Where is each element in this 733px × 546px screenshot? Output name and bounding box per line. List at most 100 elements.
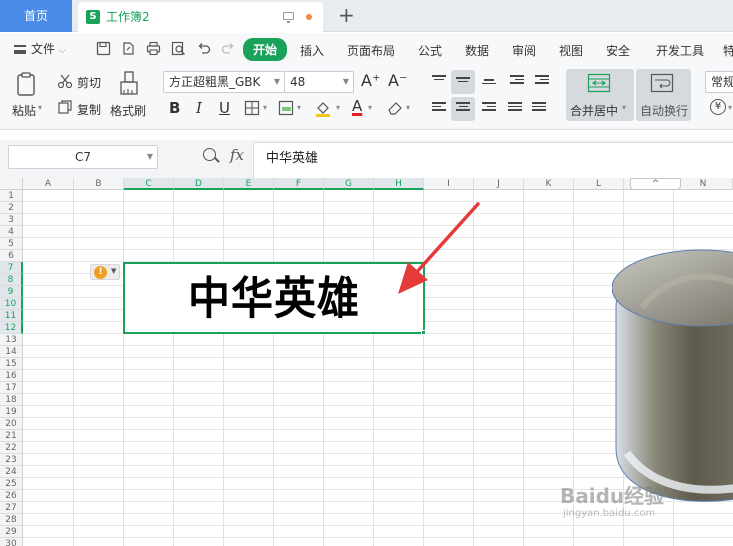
- column-header-n[interactable]: N: [674, 178, 733, 190]
- eraser-dropdown-icon[interactable]: ▾: [406, 103, 410, 112]
- output-pdf-icon[interactable]: [121, 41, 136, 56]
- menu-home[interactable]: 开始: [243, 38, 288, 61]
- zoom-icon[interactable]: [203, 148, 216, 161]
- align-bottom-icon[interactable]: [482, 79, 496, 91]
- fill-color-dropdown-icon[interactable]: ▾: [336, 103, 340, 112]
- row-header-28[interactable]: 28: [0, 514, 23, 526]
- error-check-button[interactable]: ! ▼: [90, 264, 120, 280]
- merge-dropdown-icon[interactable]: ▾: [622, 103, 626, 112]
- column-header-c[interactable]: C: [124, 178, 174, 190]
- row-header-19[interactable]: 19: [0, 406, 23, 418]
- menu-developer[interactable]: 开发工具: [656, 42, 704, 59]
- row-header-8[interactable]: 8: [0, 274, 23, 286]
- row-header-18[interactable]: 18: [0, 394, 23, 406]
- menu-data[interactable]: 数据: [465, 42, 489, 59]
- undo-icon[interactable]: [196, 41, 211, 56]
- font-name-select[interactable]: 方正超粗黑_GBK ▼: [163, 71, 285, 93]
- copy-button[interactable]: 复制: [77, 101, 101, 118]
- column-header-b[interactable]: B: [74, 178, 124, 190]
- menu-view[interactable]: 视图: [559, 42, 583, 59]
- row-header-20[interactable]: 20: [0, 418, 23, 430]
- insert-function-button[interactable]: fx: [230, 146, 244, 164]
- border-dropdown-icon[interactable]: ▾: [263, 103, 267, 112]
- row-header-6[interactable]: 6: [0, 250, 23, 262]
- column-header-h[interactable]: H: [374, 178, 424, 190]
- collapse-formula-handle[interactable]: ^: [630, 178, 681, 190]
- row-header-21[interactable]: 21: [0, 430, 23, 442]
- menu-review[interactable]: 审阅: [512, 42, 536, 59]
- menu-page-layout[interactable]: 页面布局: [347, 42, 395, 59]
- row-header-24[interactable]: 24: [0, 466, 23, 478]
- row-header-4[interactable]: 4: [0, 226, 23, 238]
- row-header-23[interactable]: 23: [0, 454, 23, 466]
- row-header-29[interactable]: 29: [0, 526, 23, 538]
- align-right-icon[interactable]: [482, 102, 496, 114]
- decrease-indent-icon[interactable]: [510, 75, 524, 87]
- print-icon[interactable]: [146, 41, 161, 56]
- align-left-icon[interactable]: [432, 102, 446, 114]
- fill-handle[interactable]: [421, 330, 426, 335]
- column-header-k[interactable]: K: [524, 178, 574, 190]
- spreadsheet-grid[interactable]: A B C D E F G H I J K L M N 1 2 3 4 5 6 …: [0, 178, 733, 546]
- formula-input[interactable]: 中华英雄: [253, 142, 733, 182]
- save-icon[interactable]: [96, 41, 111, 56]
- menu-formulas[interactable]: 公式: [418, 42, 442, 59]
- align-top-icon[interactable]: [432, 75, 446, 87]
- row-header-17[interactable]: 17: [0, 382, 23, 394]
- paste-dropdown-icon[interactable]: ▾: [38, 103, 42, 112]
- number-format-select[interactable]: 常规: [705, 71, 733, 93]
- monitor-icon[interactable]: [283, 12, 294, 23]
- increase-font-button[interactable]: A⁺: [361, 71, 380, 90]
- new-tab-button[interactable]: +: [338, 4, 355, 26]
- paste-icon[interactable]: [14, 71, 40, 97]
- column-header-f[interactable]: F: [274, 178, 324, 190]
- row-header-1[interactable]: 1: [0, 190, 23, 202]
- row-header-26[interactable]: 26: [0, 490, 23, 502]
- row-header-3[interactable]: 3: [0, 214, 23, 226]
- menu-security[interactable]: 安全: [606, 42, 630, 59]
- document-tab[interactable]: S 工作簿2: [78, 2, 323, 32]
- row-header-13[interactable]: 13: [0, 334, 23, 346]
- paste-button-label[interactable]: 粘贴: [12, 102, 36, 119]
- fill-color-icon[interactable]: [314, 100, 332, 117]
- row-header-27[interactable]: 27: [0, 502, 23, 514]
- select-all-corner[interactable]: [0, 178, 23, 190]
- underline-button[interactable]: U: [219, 99, 230, 117]
- row-header-2[interactable]: 2: [0, 202, 23, 214]
- eraser-icon[interactable]: [387, 100, 403, 116]
- format-painter-label[interactable]: 格式刷: [110, 102, 146, 119]
- row-header-15[interactable]: 15: [0, 358, 23, 370]
- row-header-30[interactable]: 30: [0, 538, 23, 546]
- menu-insert[interactable]: 插入: [300, 42, 324, 59]
- column-header-d[interactable]: D: [174, 178, 224, 190]
- decrease-font-button[interactable]: A⁻: [388, 71, 407, 90]
- row-header-22[interactable]: 22: [0, 442, 23, 454]
- font-size-select[interactable]: 48 ▼: [284, 71, 354, 93]
- row-header-14[interactable]: 14: [0, 346, 23, 358]
- scissors-icon[interactable]: [57, 73, 73, 89]
- merged-cell-c7[interactable]: 中华英雄: [123, 262, 425, 334]
- name-box[interactable]: C7 ▼: [8, 145, 158, 169]
- cut-button[interactable]: 剪切: [77, 74, 101, 91]
- column-header-l[interactable]: L: [574, 178, 624, 190]
- border-icon[interactable]: [244, 100, 260, 116]
- redo-icon[interactable]: [221, 41, 236, 56]
- font-color-button[interactable]: A: [352, 97, 362, 115]
- column-header-j[interactable]: J: [474, 178, 524, 190]
- cell-style-dropdown-icon[interactable]: ▾: [297, 103, 301, 112]
- column-header-e[interactable]: E: [224, 178, 274, 190]
- format-painter-icon[interactable]: [117, 70, 141, 98]
- justify-icon[interactable]: [508, 102, 522, 114]
- column-header-g[interactable]: G: [324, 178, 374, 190]
- currency-button[interactable]: ¥: [710, 99, 726, 115]
- row-header-7[interactable]: 7: [0, 262, 23, 274]
- row-header-16[interactable]: 16: [0, 370, 23, 382]
- distribute-icon[interactable]: [532, 102, 546, 114]
- row-header-12[interactable]: 12: [0, 322, 23, 334]
- increase-indent-icon[interactable]: [535, 75, 549, 87]
- cell-style-icon[interactable]: [278, 100, 294, 116]
- copy-icon[interactable]: [57, 99, 73, 115]
- row-header-5[interactable]: 5: [0, 238, 23, 250]
- column-header-a[interactable]: A: [23, 178, 74, 190]
- file-menu-button[interactable]: 文件 ⌵: [14, 40, 66, 57]
